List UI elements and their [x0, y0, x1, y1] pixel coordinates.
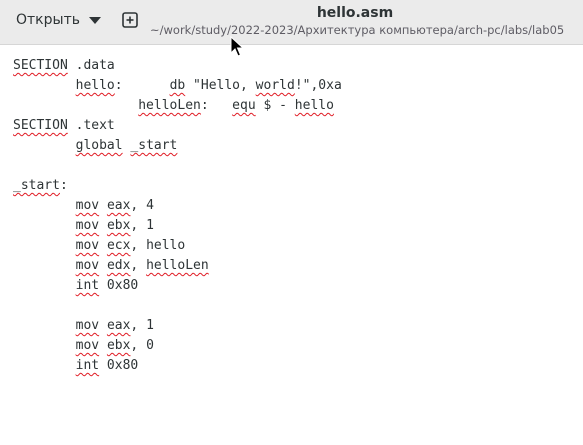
misspelled-token: global	[75, 138, 123, 153]
new-tab-icon	[122, 12, 138, 28]
code-token: 0x80	[99, 358, 139, 373]
code-token: :	[59, 178, 68, 193]
headerbar: Открыть hello.asm ~/work/study/2022-2023…	[0, 0, 583, 45]
misspelled-token: hello	[75, 78, 115, 93]
misspelled-token: edx	[106, 258, 131, 273]
misspelled-token: mov	[75, 318, 100, 333]
code-token: $ -	[255, 98, 295, 113]
code-editor[interactable]: SECTION .data hello: db "Hello, world!",…	[0, 45, 583, 445]
misspelled-token: db	[169, 78, 186, 93]
code-token: , 1	[130, 218, 154, 233]
misspelled-token: mov	[75, 338, 100, 353]
code-token: 0x80	[99, 278, 139, 293]
code-line: mov ebx, 0	[13, 336, 342, 356]
misspelled-token: helloLen	[146, 258, 209, 273]
code-line: hello: db "Hello, world!",0xa	[13, 76, 342, 96]
code-line: _start:	[13, 176, 342, 196]
code-token: , 1	[130, 318, 154, 333]
chevron-down-icon	[88, 17, 101, 24]
code-line: mov ebx, 1	[13, 216, 342, 236]
code-token: ,	[130, 258, 147, 273]
code-line: global _start	[13, 136, 342, 156]
code-line: mov edx, helloLen	[13, 256, 342, 276]
document-title: hello.asm	[316, 5, 394, 21]
code-token: , 4	[130, 198, 154, 213]
code-line: int 0x80	[13, 356, 342, 376]
misspelled-token: mov	[75, 238, 100, 253]
code-token: "Hello,	[185, 78, 256, 93]
code-line: mov ecx, hello	[13, 236, 342, 256]
mouse-pointer-icon	[230, 36, 244, 57]
code-line: mov eax, 1	[13, 316, 342, 336]
text-editor-window: Открыть hello.asm ~/work/study/2022-2023…	[0, 0, 583, 445]
code-line: SECTION .text	[13, 116, 342, 136]
misspelled-token: ebx	[106, 218, 131, 233]
document-path: ~/work/study/2022-2023/Архитектура компь…	[150, 23, 565, 37]
code-line: int 0x80	[13, 276, 342, 296]
misspelled-token: equ	[232, 98, 256, 113]
misspelled-token: _start	[13, 178, 60, 193]
misspelled-token: ebx	[106, 338, 131, 353]
code-content: SECTION .data hello: db "Hello, world!",…	[13, 56, 342, 376]
misspelled-token: SECTION	[13, 58, 68, 73]
misspelled-token: eax	[106, 318, 131, 333]
code-line: helloLen: equ $ - hello	[13, 96, 342, 116]
misspelled-token: ecx	[106, 238, 131, 253]
open-button-label: Открыть	[16, 12, 80, 28]
misspelled-token: _start	[130, 138, 178, 153]
code-token: .text	[67, 118, 115, 133]
misspelled-token: int	[75, 278, 100, 293]
misspelled-token: world	[255, 78, 295, 93]
code-token: , 0	[130, 338, 154, 353]
window-title-area: hello.asm ~/work/study/2022-2023/Архитек…	[150, 4, 565, 38]
code-line: mov eax, 4	[13, 196, 342, 216]
misspelled-token: helloLen	[138, 98, 201, 113]
code-token: :	[114, 78, 170, 93]
misspelled-token: eax	[106, 198, 131, 213]
misspelled-token: hello	[294, 98, 334, 113]
misspelled-token: mov	[75, 258, 100, 273]
new-tab-button[interactable]	[118, 9, 142, 31]
code-line: SECTION .data	[13, 56, 342, 76]
misspelled-token: int	[75, 358, 100, 373]
misspelled-token: mov	[75, 218, 100, 233]
code-token: , hello	[130, 238, 186, 253]
code-token: !",0xa	[294, 78, 342, 93]
code-token: .data	[67, 58, 115, 73]
misspelled-token: mov	[75, 198, 100, 213]
code-token: :	[200, 98, 233, 113]
misspelled-token: SECTION	[13, 118, 68, 133]
open-file-button[interactable]: Открыть	[4, 4, 113, 36]
